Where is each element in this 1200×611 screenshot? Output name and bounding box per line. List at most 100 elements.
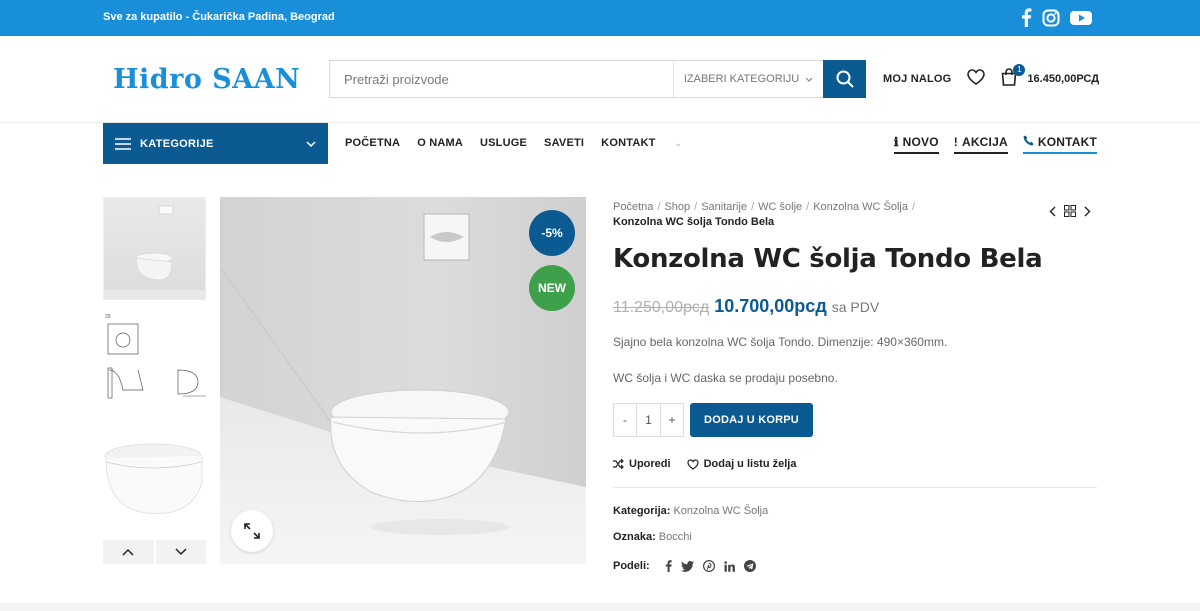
category-link[interactable]: Konzolna WC Šolja [673, 505, 768, 517]
tag-link[interactable]: Bocchi [659, 531, 692, 543]
quantity-input[interactable]: 1 [636, 404, 661, 436]
search-button[interactable] [823, 60, 866, 98]
compare-button[interactable]: Uporedi [613, 458, 671, 470]
breadcrumb-item[interactable]: Sanitarije [701, 201, 747, 213]
add-to-cart-button[interactable]: DODAJ U KORPU [690, 403, 813, 437]
category-select[interactable]: IZABERI KATEGORIJU [673, 61, 823, 97]
thumbnail-1[interactable] [103, 197, 206, 300]
new-badge: NEW [529, 265, 575, 311]
product-actions: Uporedi Dodaj u listu želja [613, 458, 796, 470]
breadcrumb-separator: / [694, 201, 698, 213]
add-to-wishlist-button[interactable]: Dodaj u listu želja [686, 458, 797, 470]
nav-item-kontakt-label: KONTAKT [601, 137, 656, 149]
youtube-icon[interactable] [1070, 10, 1092, 26]
category-select-label: IZABERI KATEGORIJU [683, 73, 800, 85]
phone-icon [1023, 135, 1034, 149]
categories-label: KATEGORIJE [140, 137, 214, 150]
share-label: Podeli: [613, 560, 650, 572]
chevron-down-icon [306, 140, 316, 147]
share-icons [665, 560, 756, 572]
sale-price: 10.700,00рсд [714, 296, 827, 316]
product-tag: Oznaka: Bocchi [613, 531, 692, 543]
breadcrumb-separator: / [657, 201, 661, 213]
account-link[interactable]: MOJ NALOG [883, 73, 951, 85]
breadcrumb-item[interactable]: Konzolna WC Šolja [813, 201, 908, 213]
expand-icon [244, 523, 260, 539]
social-links [1020, 8, 1092, 27]
thumbnail-next-button[interactable] [155, 540, 206, 564]
cart-total[interactable]: 16.450,00РСД [1027, 73, 1099, 85]
breadcrumb: Početna / Shop / Sanitarije / WC šolje / Konzoln… [613, 200, 933, 230]
product-main-image[interactable]: -5% NEW [220, 197, 586, 564]
zoom-button[interactable] [231, 510, 273, 552]
cart-icon[interactable]: 1 [1001, 63, 1026, 91]
wishlist-label: Dodaj u listu želja [703, 458, 797, 470]
nav-item-kontakt[interactable]: KONTAKT ⌄ [601, 137, 699, 149]
nav-item-saveti[interactable]: SAVETI [544, 137, 584, 149]
category-label: Kategorija: [613, 505, 671, 517]
store-address: Sve za kupatilo - Čukarička Padina, Beog… [103, 11, 335, 23]
chevron-left-icon[interactable] [1049, 206, 1056, 217]
secondary-nav: ℹ NOVO ! AKCIJA KONTAKT [893, 135, 1097, 154]
exclamation-icon: ! [953, 135, 958, 149]
main-nav: POČETNA O NAMA USLUGE SAVETI KONTAKT ⌄ [345, 137, 716, 149]
chevron-right-icon[interactable] [1084, 206, 1091, 217]
nav-item-pocetna[interactable]: POČETNA [345, 137, 400, 149]
nav-novo[interactable]: ℹ NOVO [893, 135, 939, 154]
breadcrumb-separator: / [911, 201, 916, 213]
search-bar: IZABERI KATEGORIJU [329, 60, 866, 98]
categories-menu-button[interactable]: KATEGORIJE [103, 123, 328, 164]
search-input[interactable] [330, 61, 673, 97]
old-price: 11.250,00рсд [613, 299, 710, 316]
tag-label: Oznaka: [613, 531, 656, 543]
thumbnail-nav [103, 540, 206, 564]
heart-icon [686, 458, 699, 470]
quantity-minus-button[interactable]: - [614, 404, 636, 436]
meta-divider [613, 487, 1097, 488]
breadcrumb-item[interactable]: Shop [664, 201, 690, 213]
nav-item-usluge[interactable]: USLUGE [480, 137, 527, 149]
linkedin-icon[interactable] [723, 560, 735, 572]
breadcrumb-item[interactable]: Početna [613, 201, 653, 213]
telegram-icon[interactable] [743, 560, 756, 572]
chevron-down-icon: ⌄ [674, 138, 683, 148]
sale-badge: -5% [529, 210, 575, 256]
thumbnail-3[interactable] [103, 430, 206, 533]
nav-novo-label: NOVO [902, 135, 939, 149]
share-row: Podeli: [613, 560, 756, 572]
search-icon [836, 70, 854, 88]
chevron-down-icon [175, 548, 187, 556]
instagram-icon[interactable] [1042, 9, 1060, 27]
nav-kontakt-right-label: KONTAKT [1037, 135, 1097, 149]
chevron-down-icon [805, 77, 813, 82]
breadcrumb-item[interactable]: WC šolje [758, 201, 802, 213]
page-bottom-strip [0, 603, 1200, 611]
thumbnail-list: 29 [103, 197, 206, 533]
pinterest-icon[interactable] [702, 560, 715, 572]
product-description: Sjajno bela konzolna WC šolja Tondo. Dim… [613, 335, 948, 349]
facebook-icon[interactable] [1020, 8, 1032, 27]
cart-count-badge: 1 [1013, 63, 1026, 76]
top-bar: Sve za kupatilo - Čukarička Padina, Beog… [0, 0, 1200, 36]
product-note: WC šolja i WC daska se prodaju posebno. [613, 371, 838, 385]
info-icon: ℹ [893, 135, 899, 149]
thumbnail-prev-button[interactable] [103, 540, 154, 564]
thumbnail-2[interactable]: 29 [103, 310, 206, 413]
thumbnail-2-label: 29 [105, 314, 111, 320]
twitter-icon[interactable] [680, 560, 694, 572]
quantity-plus-button[interactable]: + [661, 404, 683, 436]
nav-item-o-nama[interactable]: O NAMA [417, 137, 463, 149]
nav-akcija-label: AKCIJA [961, 135, 1008, 149]
product-category: Kategorija: Konzolna WC Šolja [613, 505, 768, 517]
grid-icon[interactable] [1064, 205, 1076, 217]
breadcrumb-separator: / [751, 201, 755, 213]
nav-kontakt-right[interactable]: KONTAKT [1022, 135, 1097, 154]
nav-akcija[interactable]: ! AKCIJA [953, 135, 1008, 154]
facebook-icon[interactable] [665, 560, 672, 572]
breadcrumb-current: Konzolna WC šolja Tondo Bela [613, 216, 775, 228]
product-navigation [1049, 205, 1091, 217]
vat-note: sa PDV [831, 299, 880, 315]
wishlist-heart-icon[interactable] [967, 68, 986, 90]
compare-label: Uporedi [629, 458, 671, 470]
site-logo[interactable]: Hidro SAAN [113, 64, 300, 95]
